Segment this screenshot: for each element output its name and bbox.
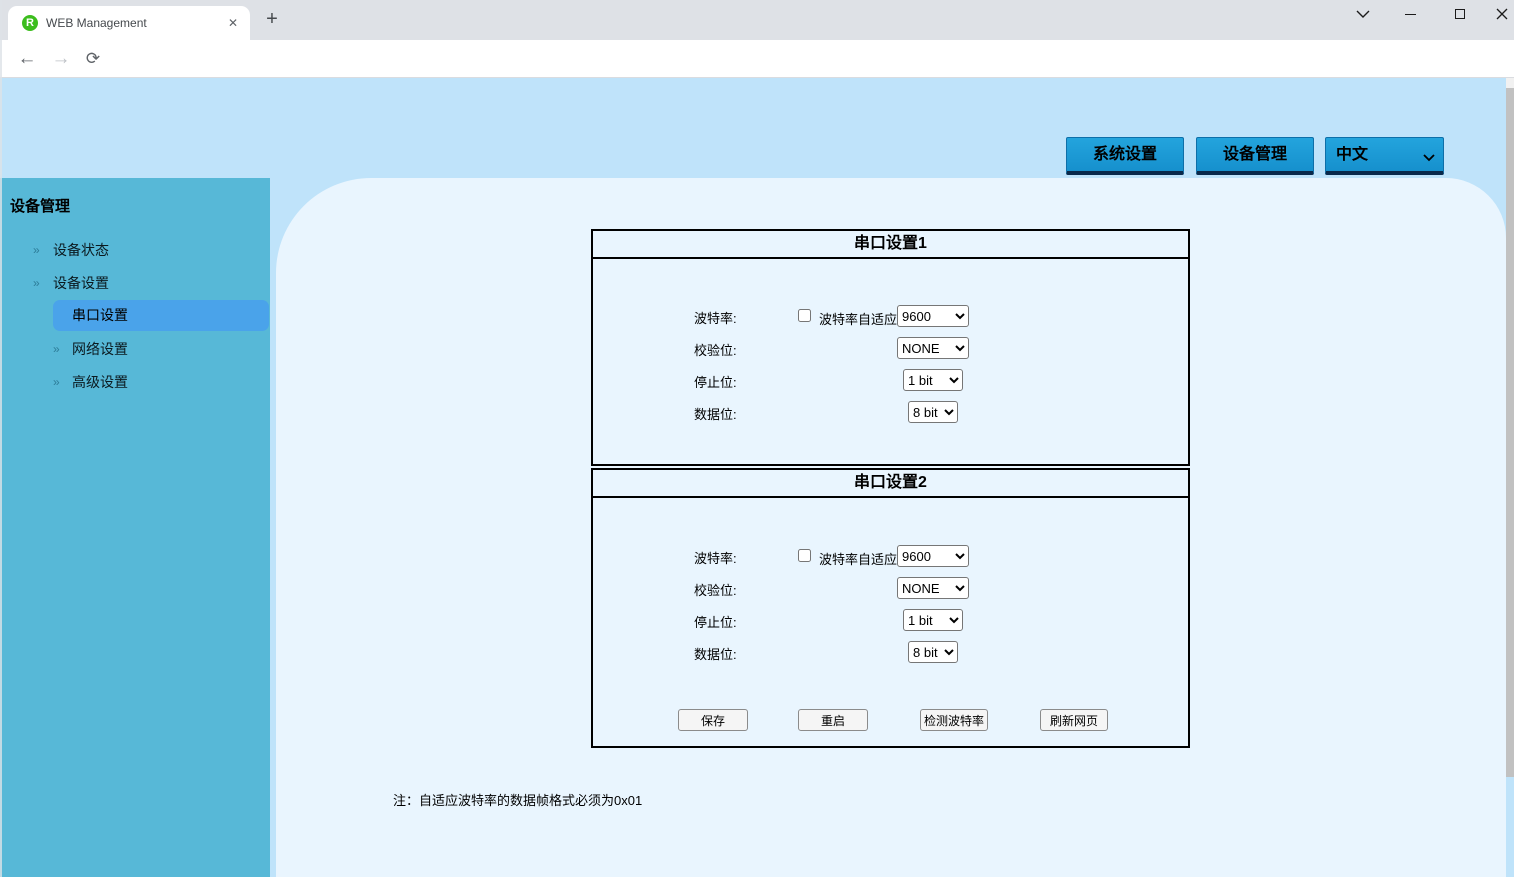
tab-title: WEB Management bbox=[46, 6, 147, 40]
minimize-button[interactable] bbox=[1395, 0, 1425, 28]
close-window-button[interactable] bbox=[1487, 0, 1514, 28]
panel-title-serial-1: 串口设置1 bbox=[591, 229, 1190, 259]
parity-select[interactable]: NONE bbox=[897, 337, 969, 359]
sidebar: 设备管理 » 设备状态 » 设备设置 串口设置 » 网络设置 » 高级设置 bbox=[0, 178, 270, 877]
panel-body-serial-2: 波特率: 波特率自适应 9600 校验位: NONE bbox=[591, 496, 1190, 748]
arrow-bullet-icon: » bbox=[53, 338, 60, 360]
sidebar-item-serial-settings-selected[interactable]: 串口设置 bbox=[53, 300, 269, 331]
language-select-wrap: 中文 bbox=[1325, 137, 1444, 175]
arrow-bullet-icon: » bbox=[33, 239, 40, 261]
data-bit-select[interactable]: 8 bit bbox=[908, 641, 958, 663]
tab-search-chevron-icon[interactable] bbox=[1348, 0, 1378, 28]
baud-auto-checkbox[interactable] bbox=[798, 549, 811, 562]
sidebar-item-device-settings[interactable]: » 设备设置 bbox=[0, 272, 270, 294]
stop-bit-select[interactable]: 1 bit bbox=[903, 369, 963, 391]
system-settings-button[interactable]: 系统设置 bbox=[1066, 137, 1184, 175]
sidebar-item-label: 高级设置 bbox=[72, 371, 128, 393]
minimize-icon bbox=[1405, 14, 1416, 15]
new-tab-button[interactable]: + bbox=[260, 8, 284, 32]
save-button[interactable]: 保存 bbox=[678, 709, 748, 731]
baud-rate-select[interactable]: 9600 bbox=[897, 305, 969, 327]
panel-title-serial-2: 串口设置2 bbox=[591, 468, 1190, 498]
language-select[interactable]: 中文 bbox=[1325, 137, 1444, 175]
forward-icon[interactable]: → bbox=[48, 40, 74, 78]
tab-favicon: R bbox=[22, 15, 38, 31]
page-scrollbar[interactable] bbox=[1506, 78, 1514, 777]
browser-toolbar: ← → ⟳ 不安全 192.168.0.148/html/DeviceSet.h… bbox=[0, 40, 1514, 78]
tab-strip: R WEB Management ✕ + bbox=[0, 0, 1514, 40]
web-page: 系统设置 设备管理 中文 设备管理 » 设备状态 » 设备设置 串口设置 » bbox=[0, 78, 1514, 877]
baud-rate-row: 波特率: 波特率自适应 9600 bbox=[593, 545, 1188, 567]
data-bit-row: 数据位: 8 bit bbox=[593, 641, 1188, 663]
sidebar-item-device-status[interactable]: » 设备状态 bbox=[0, 239, 270, 261]
data-bit-row: 数据位: 8 bit bbox=[593, 401, 1188, 423]
parity-row: 校验位: NONE bbox=[593, 577, 1188, 599]
refresh-page-button[interactable]: 刷新网页 bbox=[1040, 709, 1108, 731]
sidebar-title: 设备管理 bbox=[10, 195, 70, 216]
arrow-bullet-icon: » bbox=[53, 371, 60, 393]
stop-bit-label: 停止位: bbox=[694, 612, 737, 631]
stop-bit-row: 停止位: 1 bit bbox=[593, 609, 1188, 631]
browser-tab[interactable]: R WEB Management ✕ bbox=[8, 6, 250, 40]
tab-close-icon[interactable]: ✕ bbox=[224, 14, 242, 32]
stop-bit-row: 停止位: 1 bit bbox=[593, 369, 1188, 391]
baud-rate-row: 波特率: 波特率自适应 9600 bbox=[593, 305, 1188, 327]
parity-select[interactable]: NONE bbox=[897, 577, 969, 599]
sidebar-item-advanced-settings[interactable]: » 高级设置 bbox=[0, 371, 270, 393]
sidebar-item-network-settings[interactable]: » 网络设置 bbox=[0, 338, 270, 360]
arrow-bullet-icon: » bbox=[33, 272, 40, 294]
window-edge bbox=[0, 0, 2, 877]
reload-icon[interactable]: ⟳ bbox=[80, 40, 106, 78]
browser-window: R WEB Management ✕ + ← → ⟳ 不安全 bbox=[0, 0, 1514, 877]
baud-rate-select[interactable]: 9600 bbox=[897, 545, 969, 567]
detect-baud-button[interactable]: 检测波特率 bbox=[920, 709, 988, 731]
parity-label: 校验位: bbox=[694, 580, 737, 599]
data-bit-select[interactable]: 8 bit bbox=[908, 401, 958, 423]
baud-auto-checkbox[interactable] bbox=[798, 309, 811, 322]
baud-auto-label: 波特率自适应 bbox=[819, 549, 897, 568]
back-icon[interactable]: ← bbox=[14, 40, 40, 78]
panel-body-serial-1: 波特率: 波特率自适应 9600 校验位: NONE bbox=[591, 257, 1190, 466]
close-icon bbox=[1496, 8, 1508, 20]
maximize-button[interactable] bbox=[1445, 0, 1475, 28]
data-bit-label: 数据位: bbox=[694, 404, 737, 423]
baud-rate-label: 波特率: bbox=[694, 308, 737, 327]
baud-auto-label: 波特率自适应 bbox=[819, 309, 897, 328]
baud-rate-label: 波特率: bbox=[694, 548, 737, 567]
device-management-button[interactable]: 设备管理 bbox=[1196, 137, 1314, 175]
baud-note-text: 注：自适应波特率的数据帧格式必须为0x01 bbox=[393, 790, 642, 809]
stop-bit-select[interactable]: 1 bit bbox=[903, 609, 963, 631]
parity-row: 校验位: NONE bbox=[593, 337, 1188, 359]
data-bit-label: 数据位: bbox=[694, 644, 737, 663]
maximize-icon bbox=[1455, 9, 1465, 19]
sidebar-item-label: 设备设置 bbox=[53, 272, 109, 294]
sidebar-item-label: 设备状态 bbox=[53, 239, 109, 261]
content-area: 串口设置1 波特率: 波特率自适应 9600 校验位: NONE bbox=[276, 178, 1506, 877]
restart-button[interactable]: 重启 bbox=[798, 709, 868, 731]
stop-bit-label: 停止位: bbox=[694, 372, 737, 391]
sidebar-item-label: 网络设置 bbox=[72, 338, 128, 360]
scrollbar-thumb[interactable] bbox=[1506, 88, 1514, 777]
parity-label: 校验位: bbox=[694, 340, 737, 359]
